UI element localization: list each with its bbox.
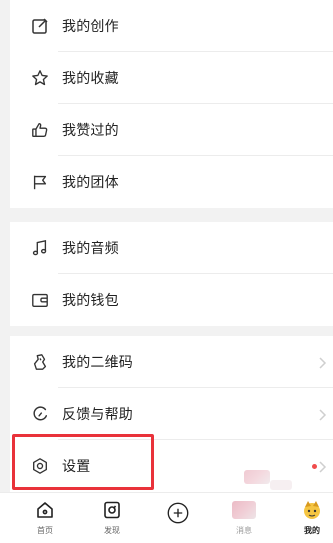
profile-menu-page: 我的创作 我的收藏 我赞过的 我的团体 我的音频 我的钱包 我的二维码 反馈与帮…	[0, 0, 333, 543]
wallet-icon	[30, 290, 50, 310]
menu-item-my-wallet[interactable]: 我的钱包	[10, 274, 333, 326]
menu-item-feedback-help[interactable]: 反馈与帮助	[10, 388, 333, 440]
menu-item-liked[interactable]: 我赞过的	[10, 104, 333, 156]
chevron-right-icon	[317, 355, 327, 369]
tab-label: 发现	[104, 526, 120, 535]
qr-code-icon	[30, 352, 50, 372]
tab-messages[interactable]: 消息	[219, 493, 269, 543]
menu-group-account: 我的二维码 反馈与帮助 设置	[10, 336, 333, 492]
music-note-icon	[30, 238, 50, 258]
thumbs-up-icon	[30, 120, 50, 140]
menu-item-my-creations[interactable]: 我的创作	[10, 0, 333, 52]
menu-item-label: 我赞过的	[62, 123, 119, 139]
chevron-right-icon	[317, 407, 327, 421]
menu-item-label: 我的钱包	[62, 293, 119, 309]
menu-item-label: 我的团体	[62, 175, 119, 191]
messages-icon	[232, 501, 256, 519]
flag-icon	[30, 172, 50, 192]
tab-home[interactable]: 首页	[20, 493, 70, 543]
blurred-region	[244, 470, 270, 484]
menu-item-label: 我的收藏	[62, 71, 119, 87]
add-circle-icon	[167, 502, 189, 524]
menu-item-label: 设置	[62, 459, 91, 475]
tab-me[interactable]: 我的	[287, 493, 333, 543]
bottom-tab-bar: 首页 发现 消息 我的	[0, 492, 333, 543]
menu-item-label: 我的音频	[62, 241, 119, 257]
menu-item-my-qr-code[interactable]: 我的二维码	[10, 336, 333, 388]
menu-item-my-groups[interactable]: 我的团体	[10, 156, 333, 208]
tab-label: 我的	[304, 526, 320, 535]
menu-item-label: 我的创作	[62, 19, 119, 35]
discover-icon	[101, 499, 123, 521]
chevron-right-icon	[317, 459, 327, 473]
menu-group-assets: 我的音频 我的钱包	[10, 222, 333, 326]
star-icon	[30, 68, 50, 88]
tab-create[interactable]	[153, 493, 203, 543]
tab-label: 消息	[236, 526, 252, 535]
settings-icon	[30, 456, 50, 476]
feedback-icon	[30, 404, 50, 424]
home-icon	[34, 499, 56, 521]
menu-item-label: 反馈与帮助	[62, 407, 133, 423]
edit-icon	[30, 16, 50, 36]
menu-group-content: 我的创作 我的收藏 我赞过的 我的团体	[10, 0, 333, 208]
tab-discover[interactable]: 发现	[87, 493, 137, 543]
menu-item-my-audio[interactable]: 我的音频	[10, 222, 333, 274]
blurred-region	[270, 480, 292, 490]
menu-item-label: 我的二维码	[62, 355, 133, 371]
menu-item-my-favorites[interactable]: 我的收藏	[10, 52, 333, 104]
avatar-icon	[301, 499, 323, 521]
tab-label: 首页	[37, 526, 53, 535]
